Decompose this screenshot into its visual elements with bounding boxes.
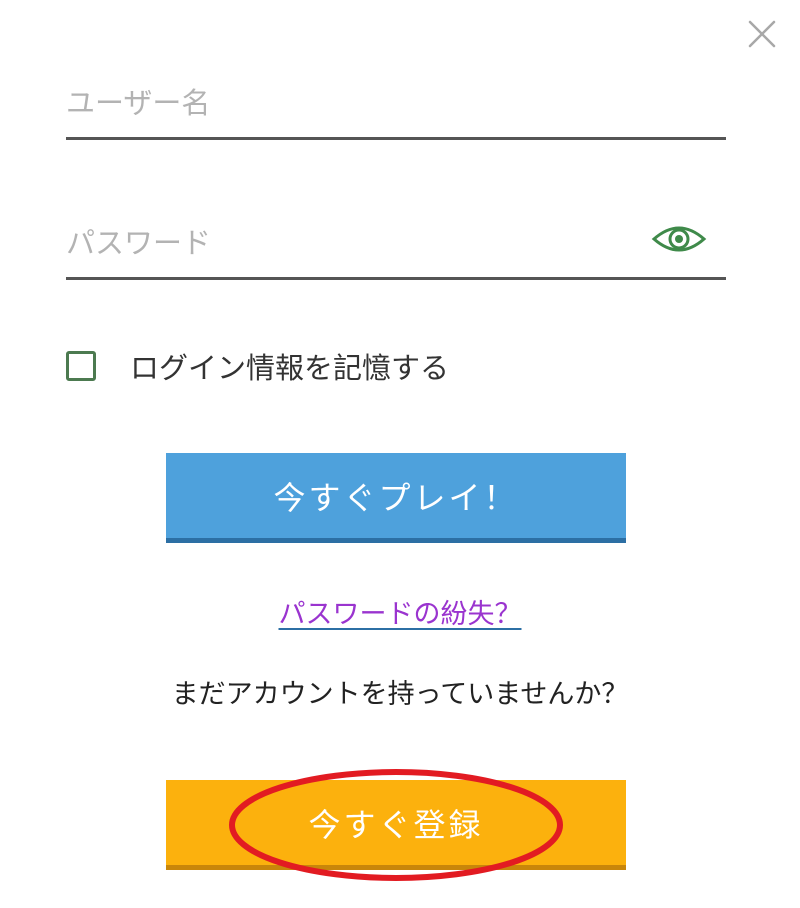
play-now-button[interactable]: 今すぐプレイ！ xyxy=(166,453,626,543)
forgot-password-link[interactable]: パスワードの紛失？ xyxy=(279,599,522,630)
show-password-button[interactable] xyxy=(650,220,708,258)
remember-login-label: ログイン情報を記憶する xyxy=(130,351,450,385)
password-field-container xyxy=(66,210,726,280)
close-icon xyxy=(748,20,776,48)
remember-login-checkbox[interactable] xyxy=(66,351,96,381)
remember-login-row: ログイン情報を記憶する xyxy=(66,346,449,386)
login-dialog: ログイン情報を記憶する 今すぐプレイ！ パスワードの紛失？ まだアカウントを持っ… xyxy=(0,0,800,908)
forgot-password-row: パスワードの紛失？ xyxy=(0,592,800,631)
password-input[interactable] xyxy=(66,221,626,265)
eye-icon xyxy=(651,226,707,252)
no-account-text: まだアカウントを持っていませんか？ xyxy=(171,679,629,710)
username-field-container xyxy=(66,70,726,140)
username-input[interactable] xyxy=(66,81,626,125)
close-button[interactable] xyxy=(742,14,782,54)
register-now-button[interactable]: 今すぐ登録 xyxy=(166,780,626,870)
